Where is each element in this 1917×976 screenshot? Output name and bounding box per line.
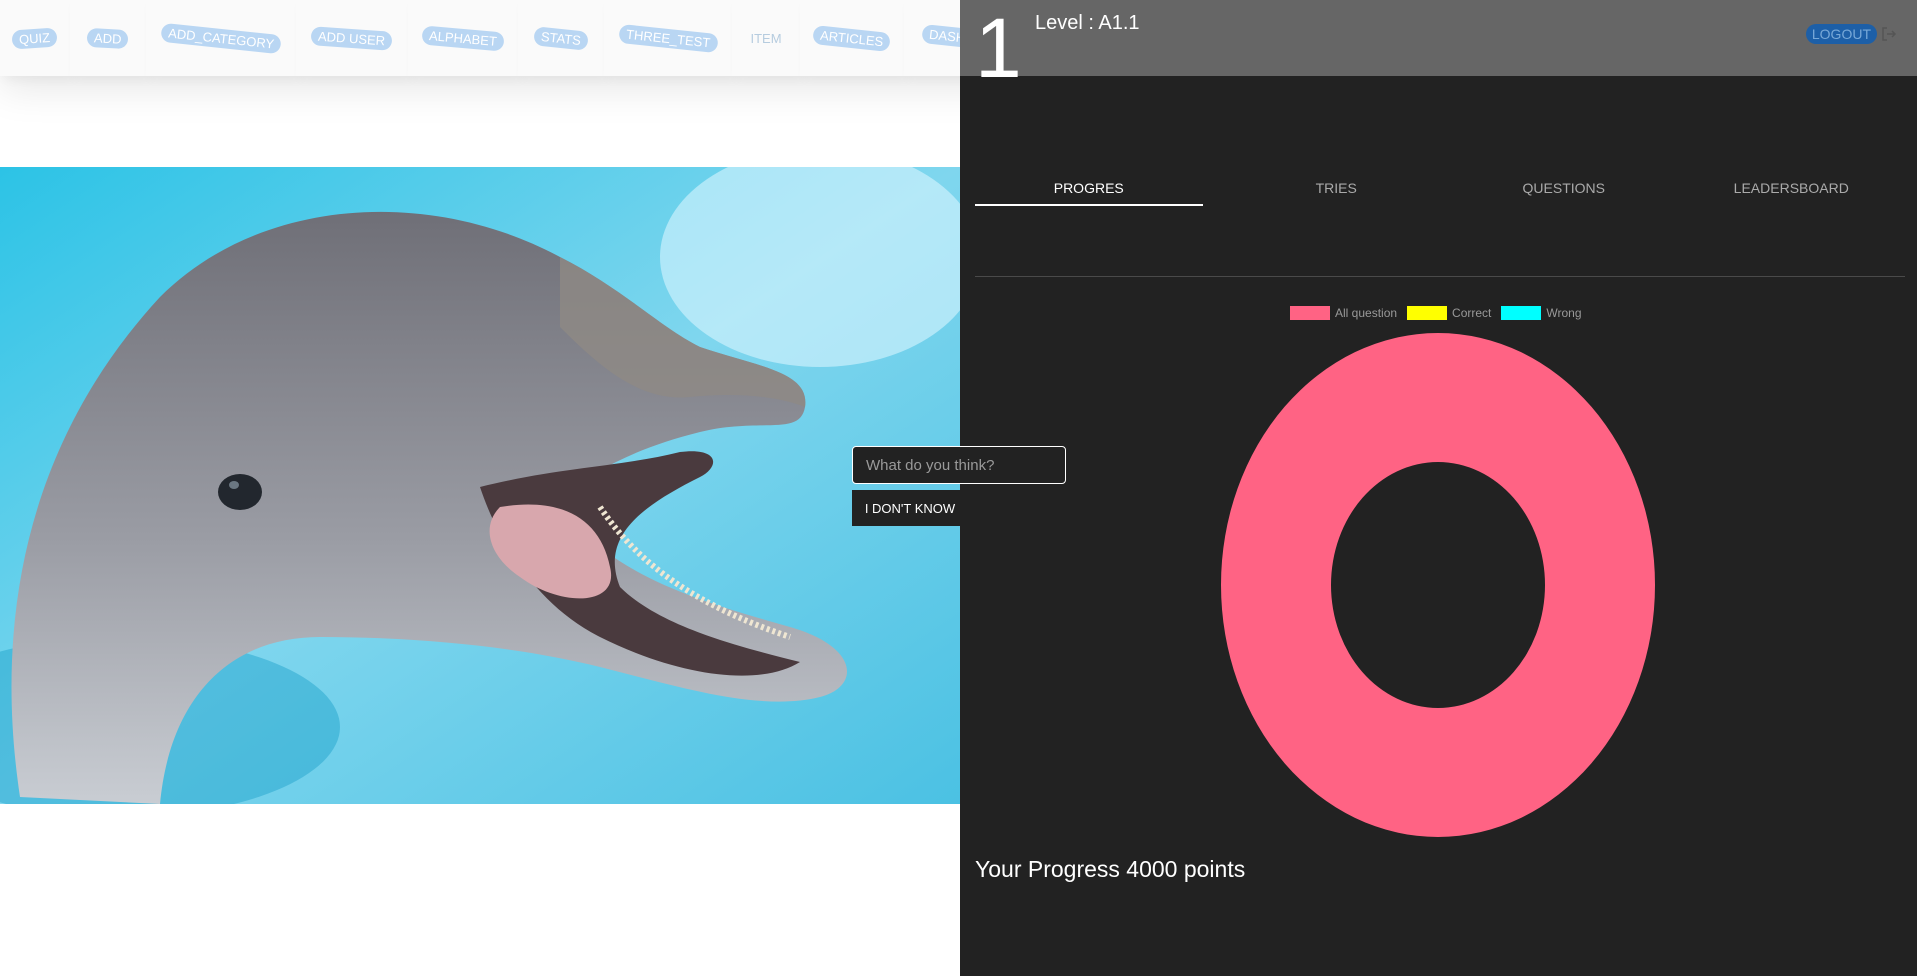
nav-item-label: QUIZ	[11, 26, 59, 50]
nav-item-add[interactable]: ADD	[70, 0, 147, 76]
legend-item-correct[interactable]: Correct	[1407, 306, 1491, 320]
legend-swatch	[1501, 306, 1542, 320]
stats-panel: 1 Level : A1.1 LOGOUT PROGRES TRIES QUES…	[960, 0, 1917, 976]
stats-tabs: PROGRES TRIES QUESTIONS LEADERSBOARD	[975, 172, 1905, 206]
logout-button[interactable]: LOGOUT	[1805, 24, 1897, 44]
legend-label: Correct	[1452, 306, 1492, 320]
nav-item-label: ITEM	[750, 30, 782, 46]
progress-doughnut-chart	[1220, 332, 1656, 843]
chart-legend: All question Correct Wrong	[1290, 306, 1582, 320]
nav-item-stats[interactable]: STATS	[518, 0, 605, 76]
legend-item-all-question[interactable]: All question	[1290, 306, 1397, 320]
doughnut-slice-all-question[interactable]	[1221, 333, 1655, 837]
panel-header: 1 Level : A1.1 LOGOUT	[960, 0, 1917, 90]
nav-item-alphabet[interactable]: ALPHABET	[408, 0, 519, 76]
nav-item-add-category[interactable]: ADD_CATEGORY	[146, 0, 297, 76]
nav-item-label: THREE_TEST	[618, 23, 718, 53]
level-number: 1	[975, 1, 1022, 95]
legend-item-wrong[interactable]: Wrong	[1501, 306, 1582, 320]
legend-swatch	[1407, 306, 1448, 320]
tab-progres[interactable]: PROGRES	[975, 172, 1203, 206]
nav-item-label: ALPHABET	[421, 24, 505, 52]
tab-tries[interactable]: TRIES	[1223, 172, 1451, 206]
question-image	[0, 167, 960, 804]
divider	[975, 276, 1905, 277]
legend-label: Wrong	[1546, 306, 1582, 320]
legend-label: All question	[1335, 306, 1398, 320]
tab-leadersboard[interactable]: LEADERSBOARD	[1678, 172, 1906, 206]
logout-icon	[1882, 27, 1897, 41]
nav-item-label: ARTICLES	[812, 24, 892, 52]
level-label: Level : A1.1	[1035, 12, 1140, 34]
nav-item-articles[interactable]: ARTICLES	[800, 0, 905, 76]
answer-input[interactable]	[852, 446, 1066, 484]
logout-label: LOGOUT	[1805, 24, 1877, 44]
nav-item-add-user[interactable]: ADD USER	[296, 0, 409, 76]
nav-item-label: STATS	[533, 25, 589, 51]
nav-item-item[interactable]: ITEM	[732, 0, 801, 76]
nav-item-three-test[interactable]: THREE_TEST	[604, 0, 733, 76]
nav-item-label: ADD_CATEGORY	[160, 22, 282, 54]
tab-questions[interactable]: QUESTIONS	[1450, 172, 1678, 206]
nav-item-label: ADD	[86, 27, 130, 49]
nav-item-label: ADD USER	[310, 25, 394, 51]
doughnut-svg	[1221, 333, 1655, 837]
legend-swatch	[1290, 306, 1330, 320]
progress-points: Your Progress 4000 points	[975, 856, 1246, 882]
dont-know-button[interactable]: I DON'T KNOW	[852, 490, 962, 526]
dolphin-photo	[0, 167, 960, 804]
nav-item-quiz[interactable]: QUIZ	[0, 0, 71, 76]
